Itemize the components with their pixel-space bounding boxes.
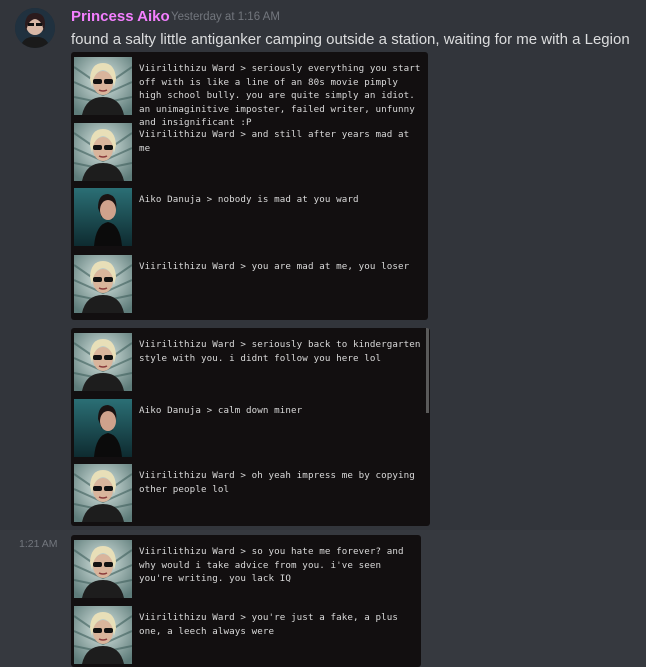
aiko-portrait-icon xyxy=(74,399,132,457)
aiko-portrait-icon xyxy=(74,188,132,246)
chat-line: Viirilithizu Ward > oh yeah impress me b… xyxy=(71,463,430,523)
chat-line: Viirilithizu Ward > seriously everything… xyxy=(71,56,428,128)
ward-portrait-icon xyxy=(74,57,132,115)
chat-line: Aiko Danuja > calm down miner xyxy=(71,398,430,458)
ward-portrait-icon xyxy=(74,606,132,664)
chat-line-text: Viirilithizu Ward > oh yeah impress me b… xyxy=(139,470,421,495)
chat-line-text: Aiko Danuja > calm down miner xyxy=(139,405,303,416)
chat-line: Viirilithizu Ward > you're just a fake, … xyxy=(71,605,421,665)
chat-line-text: Viirilithizu Ward > you are mad at me, y… xyxy=(139,261,410,272)
ward-portrait-icon xyxy=(74,123,132,181)
chat-screenshot-attachment[interactable]: Viirilithizu Ward > so you hate me forev… xyxy=(71,535,421,667)
message-timestamp: Yesterday at 1:16 AM xyxy=(171,11,280,23)
chat-line: Viirilithizu Ward > you are mad at me, y… xyxy=(71,254,428,314)
message-content: found a salty little antiganker camping … xyxy=(71,31,630,48)
chat-line: Viirilithizu Ward > so you hate me forev… xyxy=(71,539,421,599)
chat-line-text: Viirilithizu Ward > so you hate me forev… xyxy=(139,546,410,584)
chat-line-text: Aiko Danuja > nobody is mad at you ward xyxy=(139,194,359,205)
followup-timestamp: 1:21 AM xyxy=(19,538,58,550)
ward-portrait-icon xyxy=(74,333,132,391)
author-name[interactable]: Princess Aiko xyxy=(71,8,170,25)
chat-line: Viirilithizu Ward > and still after year… xyxy=(71,122,428,182)
ward-portrait-icon xyxy=(74,540,132,598)
ward-portrait-icon xyxy=(74,464,132,522)
chat-line: Viirilithizu Ward > seriously back to ki… xyxy=(71,332,430,392)
ward-portrait-icon xyxy=(74,255,132,313)
chat-line: Aiko Danuja > nobody is mad at you ward xyxy=(71,187,428,247)
chat-screenshot-attachment[interactable]: Viirilithizu Ward > seriously back to ki… xyxy=(71,328,430,526)
user-avatar[interactable] xyxy=(15,8,55,48)
chat-line-text: Viirilithizu Ward > seriously everything… xyxy=(139,63,427,128)
chat-screenshot-attachment[interactable]: Viirilithizu Ward > seriously everything… xyxy=(71,52,428,320)
chat-line-text: Viirilithizu Ward > and still after year… xyxy=(139,129,415,154)
chat-line-text: Viirilithizu Ward > seriously back to ki… xyxy=(139,339,427,364)
chat-line-text: Viirilithizu Ward > you're just a fake, … xyxy=(139,612,404,637)
